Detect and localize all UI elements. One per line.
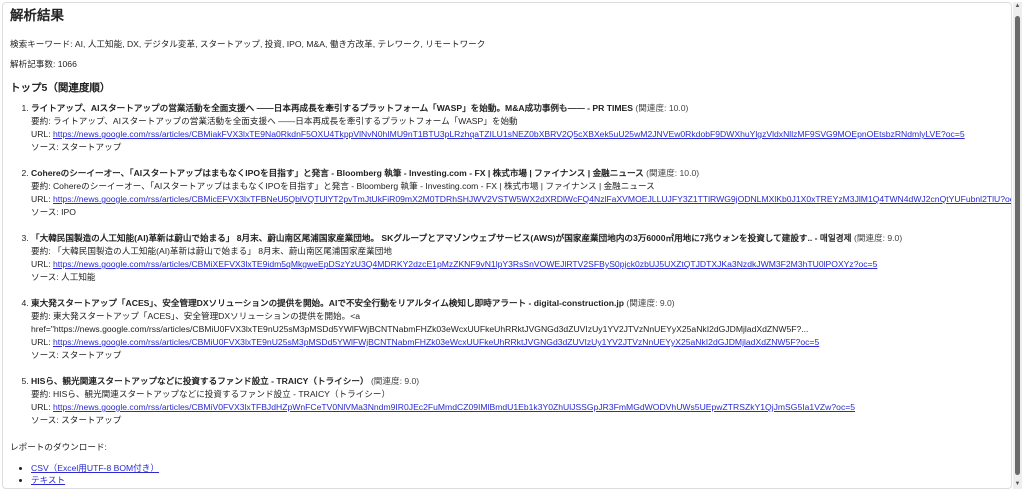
relevance-score: (関連度: 10.0) — [635, 103, 689, 113]
download-text-link[interactable]: テキスト — [31, 475, 65, 485]
result-summary: ライトアップ、AIスタートアップの営業活動を全面支援へ ――日本再成長を牽引する… — [52, 116, 518, 126]
result-summary: 東大発スタートアップ「ACES」、安全管理DXソリューションの提供を開始。<a … — [31, 311, 809, 334]
download-list: CSV（Excel用UTF-8 BOM付き） テキスト — [10, 462, 1007, 486]
result-source: スタートアップ — [61, 142, 122, 152]
result-url-link[interactable]: https://news.google.com/rss/articles/CBM… — [53, 402, 855, 412]
source-label: ソース: — [31, 142, 62, 152]
relevance-score: (関連度: 9.0) — [370, 376, 420, 386]
result-item: HISら、観光関連スタートアップなどに投資するファンド設立 - TRAICY（ト… — [31, 375, 1007, 427]
url-label: URL: — [31, 337, 53, 347]
url-label: URL: — [31, 402, 53, 412]
result-item: 東大発スタートアップ「ACES」、安全管理DXソリューションの提供を開始。AIで… — [31, 297, 1007, 362]
summary-label: 要約: — [31, 389, 53, 399]
result-title: ライトアップ、AIスタートアップの営業活動を全面支援へ ――日本再成長を牽引する… — [31, 103, 634, 113]
relevance-score: (関連度: 9.0) — [626, 298, 675, 308]
result-url-link[interactable]: https://news.google.com/rss/articles/CBM… — [53, 337, 819, 347]
result-title: 「大韓民国製造の人工知能(AI)革新は蔚山で始まる」 8月末、蔚山南区尾浦国家産… — [31, 233, 852, 243]
download-csv-link[interactable]: CSV（Excel用UTF-8 BOM付き） — [31, 463, 159, 473]
result-source: 人工知能 — [61, 272, 96, 282]
search-keywords: 検索キーワード: AI, 人工知能, DX, デジタル変革, スタートアップ, … — [10, 39, 486, 49]
summary-label: 要約: — [31, 116, 53, 126]
result-source: スタートアップ — [61, 350, 122, 360]
top5-list: ライトアップ、AIスタートアップの営業活動を全面支援へ ――日本再成長を牽引する… — [10, 102, 1011, 427]
summary-label: 要約: — [31, 311, 53, 321]
relevance-score: (関連度: 10.0) — [646, 168, 700, 178]
scroll-down-icon[interactable]: ▼ — [1013, 480, 1022, 489]
summary-label: 要約: — [31, 181, 53, 191]
download-item: テキスト — [31, 474, 1007, 486]
top5-heading: トップ5（関連度順） — [10, 82, 111, 94]
page-title: 解析結果 — [10, 8, 64, 23]
result-source: スタートアップ — [61, 415, 122, 425]
article-count: 解析記事数: 1066 — [10, 59, 77, 69]
url-label: URL: — [31, 129, 53, 139]
source-label: ソース: — [31, 415, 62, 425]
source-label: ソース: — [31, 350, 62, 360]
vertical-scrollbar[interactable]: ▲ ▼ — [1013, 2, 1022, 489]
result-url-link[interactable]: https://news.google.com/rss/articles/CBM… — [53, 259, 877, 269]
result-item: Cohereのシーイーオー、「AIスタートアップはまもなくIPOを目指す」と発言… — [31, 167, 1011, 219]
result-item: ライトアップ、AIスタートアップの営業活動を全面支援へ ――日本再成長を牽引する… — [31, 102, 1007, 154]
result-url-link[interactable]: https://news.google.com/rss/articles/CBM… — [53, 129, 965, 139]
result-url-link[interactable]: https://news.google.com/rss/articles/CBM… — [53, 194, 1011, 204]
source-label: ソース: — [31, 207, 62, 217]
result-title: 東大発スタートアップ「ACES」、安全管理DXソリューションの提供を開始。AIで… — [31, 298, 625, 308]
result-summary: 「大韓民国製造の人工知能(AI)革新は蔚山で始まる」 8月末、蔚山南区尾浦国家産… — [52, 246, 392, 256]
download-label: レポートのダウンロード: — [10, 442, 107, 452]
summary-label: 要約: — [31, 246, 53, 256]
relevance-score: (関連度: 9.0) — [853, 233, 903, 243]
page-frame: 解析結果 検索キーワード: AI, 人工知能, DX, デジタル変革, スタート… — [2, 2, 1012, 489]
source-label: ソース: — [31, 272, 62, 282]
result-title: Cohereのシーイーオー、「AIスタートアップはまもなくIPOを目指す」と発言… — [31, 168, 644, 178]
url-label: URL: — [31, 194, 53, 204]
result-item: 「大韓民国製造の人工知能(AI)革新は蔚山で始まる」 8月末、蔚山南区尾浦国家産… — [31, 232, 1007, 284]
result-title: HISら、観光関連スタートアップなどに投資するファンド設立 - TRAICY（ト… — [31, 376, 369, 386]
url-label: URL: — [31, 259, 53, 269]
result-source: IPO — [61, 207, 76, 217]
scroll-up-icon[interactable]: ▲ — [1013, 2, 1022, 11]
analysis-results: 解析結果 検索キーワード: AI, 人工知能, DX, デジタル変革, スタート… — [10, 3, 1011, 486]
result-summary: HISら、観光関連スタートアップなどに投資するファンド設立 - TRAICY（ト… — [52, 389, 391, 399]
result-summary: Cohereのシーイーオー、「AIスタートアップはまもなくIPOを目指す」と発言… — [52, 181, 655, 191]
download-item: CSV（Excel用UTF-8 BOM付き） — [31, 462, 1007, 474]
scrollbar-thumb[interactable] — [1015, 16, 1020, 475]
